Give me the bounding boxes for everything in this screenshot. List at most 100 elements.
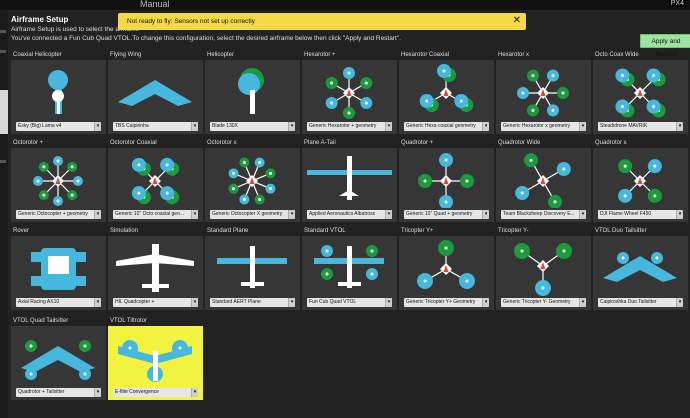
octo-coax-icon [131,157,180,205]
close-icon[interactable]: ✕ [513,15,521,26]
flight-mode-label[interactable]: Manual [140,0,170,9]
airframe-model-dropdown[interactable]: Generic Octocopter + geometry ▾ [16,210,101,219]
airframe-model-dropdown[interactable]: Steadidrone MAVRIK ▾ [598,122,683,131]
helicopter-icon [238,68,264,114]
airframe-tile[interactable]: VTOL Tiltrotor E-flite Convergence ▾ [108,318,203,400]
airframe-tile[interactable]: Coaxial Helicopter Esky (Big) Lama v4 ▾ [11,52,106,134]
airframe-type-label: Octorotor x [207,140,237,146]
airframe-model-dropdown[interactable]: Quadrotor + Tailsitter ▾ [16,388,101,397]
chevron-down-icon: ▾ [94,210,101,219]
airframe-model-dropdown[interactable]: TBS Caipirinha ▾ [113,122,198,131]
airframe-model-dropdown[interactable]: Generic Tricopter Y- Geometry ▾ [501,298,586,307]
airframe-model-dropdown[interactable]: Generic 10" Octo coaxial geo... ▾ [113,210,198,219]
airframe-tile[interactable]: Standard Plane Standard AERT Plane ▾ [205,228,300,310]
hexa-plus-icon [325,67,373,119]
airframe-tile[interactable]: Octorotor x Generic Octocopter X geometry… [205,140,300,222]
airframe-tile[interactable]: VTOL Duo Tailsitter Caipiroshka Duo Tails… [593,228,688,310]
quad-plus-icon [418,153,474,208]
airframe-card[interactable]: HIL Quadcopter + ▾ [108,236,203,310]
airframe-card[interactable]: TBS Caipirinha ▾ [108,60,203,134]
airframe-model-dropdown[interactable]: Blade 130X ▾ [210,122,295,131]
airframe-card[interactable]: Blade 130X ▾ [205,60,300,134]
airframe-tile[interactable]: Octorotor + Generic Octocopter + geometry… [11,140,106,222]
airframe-model-dropdown[interactable]: HIL Quadcopter + ▾ [113,298,198,307]
airframe-model-dropdown[interactable]: Applied Aeronautics Albatross ▾ [307,210,392,219]
airframe-card[interactable]: Team Blacksheep Discovery E... ▾ [496,148,591,222]
airframe-model-dropdown[interactable]: E-flite Convergence ▾ [113,388,198,397]
sidebar-item[interactable] [0,30,6,33]
airframe-card[interactable]: Generic Hexa coaxial geometry ▾ [399,60,494,134]
coax-heli-icon [48,70,68,114]
airframe-model-value: Esky (Big) Lama v4 [18,123,62,129]
airframe-card[interactable]: Generic Octocopter X geometry ▾ [205,148,300,222]
airframe-card[interactable]: Axial Racing AX10 ▾ [11,236,106,310]
airframe-model-dropdown[interactable]: DJI Flame Wheel F450 ▾ [598,210,683,219]
airframe-card[interactable]: Applied Aeronautics Albatross ▾ [302,148,397,222]
airframe-tile[interactable]: Standard VTOL Fun Cub Quad VTOL ▾ [302,228,397,310]
airframe-card[interactable]: Caipiroshka Duo Tailsitter ▾ [593,236,688,310]
airframe-model-dropdown[interactable]: Axial Racing AX10 ▾ [16,298,101,307]
airframe-tile[interactable]: Octo Coax Wide Steadidrone MAVRIK ▾ [593,52,688,134]
airframe-model-dropdown[interactable]: Esky (Big) Lama v4 ▾ [16,122,101,131]
airframe-model-dropdown[interactable]: Generic Hexarotor x geometry ▾ [501,122,586,131]
airframe-card[interactable]: Generic Tricopter Y+ Geometry ▾ [399,236,494,310]
airframe-type-label: Simulation [110,228,139,234]
airframe-model-dropdown[interactable]: Generic 10" Quad + geometry ▾ [404,210,489,219]
airframe-type-label: Octorotor + [13,140,44,146]
airframe-card[interactable]: Fun Cub Quad VTOL ▾ [302,236,397,310]
airframe-tile[interactable]: Plane A-Tail Applied Aeronautics Albatros… [302,140,397,222]
airframe-tile[interactable]: Quadrotor Wide Team Blacksheep Discovery … [496,140,591,222]
airframe-model-dropdown[interactable]: Generic Hexarotor + geometry ▾ [307,122,392,131]
airframe-card[interactable]: Esky (Big) Lama v4 ▾ [11,60,106,134]
airframe-tile[interactable]: Quadrotor + Generic 10" Quad + geometry ▾ [399,140,494,222]
airframe-model-dropdown[interactable]: Fun Cub Quad VTOL ▾ [307,298,392,307]
sidebar-item-airframe[interactable] [0,90,8,134]
chevron-down-icon: ▾ [676,122,683,131]
airframe-card[interactable]: Generic Hexarotor + geometry ▾ [302,60,397,134]
airframe-model-value: Generic Hexarotor x geometry [503,123,570,129]
airframe-model-value: Caipiroshka Duo Tailsitter [600,299,657,305]
airframe-model-value: Generic 10" Quad + geometry [406,211,473,217]
airframe-model-dropdown[interactable]: Generic Tricopter Y+ Geometry ▾ [404,298,489,307]
airframe-model-dropdown[interactable]: Standard AERT Plane ▾ [210,298,295,307]
airframe-tile[interactable]: Tricopter Y- Generic Tricopter Y- Geometr… [496,228,591,310]
airframe-card[interactable]: Quadrotor + Tailsitter ▾ [11,326,106,400]
airframe-card[interactable]: DJI Flame Wheel F450 ▾ [593,148,688,222]
airframe-tile[interactable]: Helicopter Blade 130X ▾ [205,52,300,134]
quad-x-icon [618,159,662,203]
chevron-down-icon: ▾ [288,298,295,307]
sidebar-item[interactable] [0,160,6,163]
airframe-model-dropdown[interactable]: Team Blacksheep Discovery E... ▾ [501,210,586,219]
airframe-card[interactable]: E-flite Convergence ▾ [108,326,203,400]
airframe-card[interactable]: Standard AERT Plane ▾ [205,236,300,310]
airframe-model-dropdown[interactable]: Generic Hexa coaxial geometry ▾ [404,122,489,131]
airframe-type-label: VTOL Tiltrotor [110,318,148,324]
apply-and-restart-button[interactable]: Apply and Restart [640,34,690,58]
airframe-model-value: Generic Tricopter Y+ Geometry [406,299,476,305]
airframe-tile[interactable]: VTOL Quad Tailsitter Quadrotor + Tailsitt… [11,318,106,400]
sidebar-item[interactable] [0,50,6,53]
airframe-tile[interactable]: Octorotor Coaxial Generic 10" Octo coaxia… [108,140,203,222]
airframe-tile[interactable]: Hexarotor Coaxial Generic Hexa coaxial ge… [399,52,494,134]
airframe-card[interactable]: Generic Octocopter + geometry ▾ [11,148,106,222]
airframe-model-value: Generic Hexarotor + geometry [309,123,377,129]
airframe-tile[interactable]: Rover Axial Racing AX10 ▾ [11,228,106,310]
airframe-card[interactable]: Generic 10" Octo coaxial geo... ▾ [108,148,203,222]
airframe-model-dropdown[interactable]: Caipiroshka Duo Tailsitter ▾ [598,298,683,307]
airframe-tile[interactable]: Hexarotor + Generic Hexarotor + geometry ▾ [302,52,397,134]
chevron-down-icon: ▾ [94,388,101,397]
airframe-card[interactable]: Steadidrone MAVRIK ▾ [593,60,688,134]
airframe-card[interactable]: Generic Hexarotor x geometry ▾ [496,60,591,134]
chevron-down-icon: ▾ [482,210,489,219]
airframe-card[interactable]: Generic 10" Quad + geometry ▾ [399,148,494,222]
airframe-tile[interactable]: Simulation HIL Quadcopter + ▾ [108,228,203,310]
airframe-tile[interactable]: Quadrotor x DJI Flame Wheel F450 ▾ [593,140,688,222]
airframe-tile[interactable]: Hexarotor x Generic Hexarotor x geometry ▾ [496,52,591,134]
airframe-tile[interactable]: Tricopter Y+ Generic Tricopter Y+ Geometr… [399,228,494,310]
airframe-card[interactable]: Generic Tricopter Y- Geometry ▾ [496,236,591,310]
airframe-tile[interactable]: Flying Wing TBS Caipirinha ▾ [108,52,203,134]
chevron-down-icon: ▾ [579,210,586,219]
octo-coax-wide-icon [615,68,666,118]
airframe-model-dropdown[interactable]: Generic Octocopter X geometry ▾ [210,210,295,219]
airframe-model-value: Generic Hexa coaxial geometry [406,123,476,129]
